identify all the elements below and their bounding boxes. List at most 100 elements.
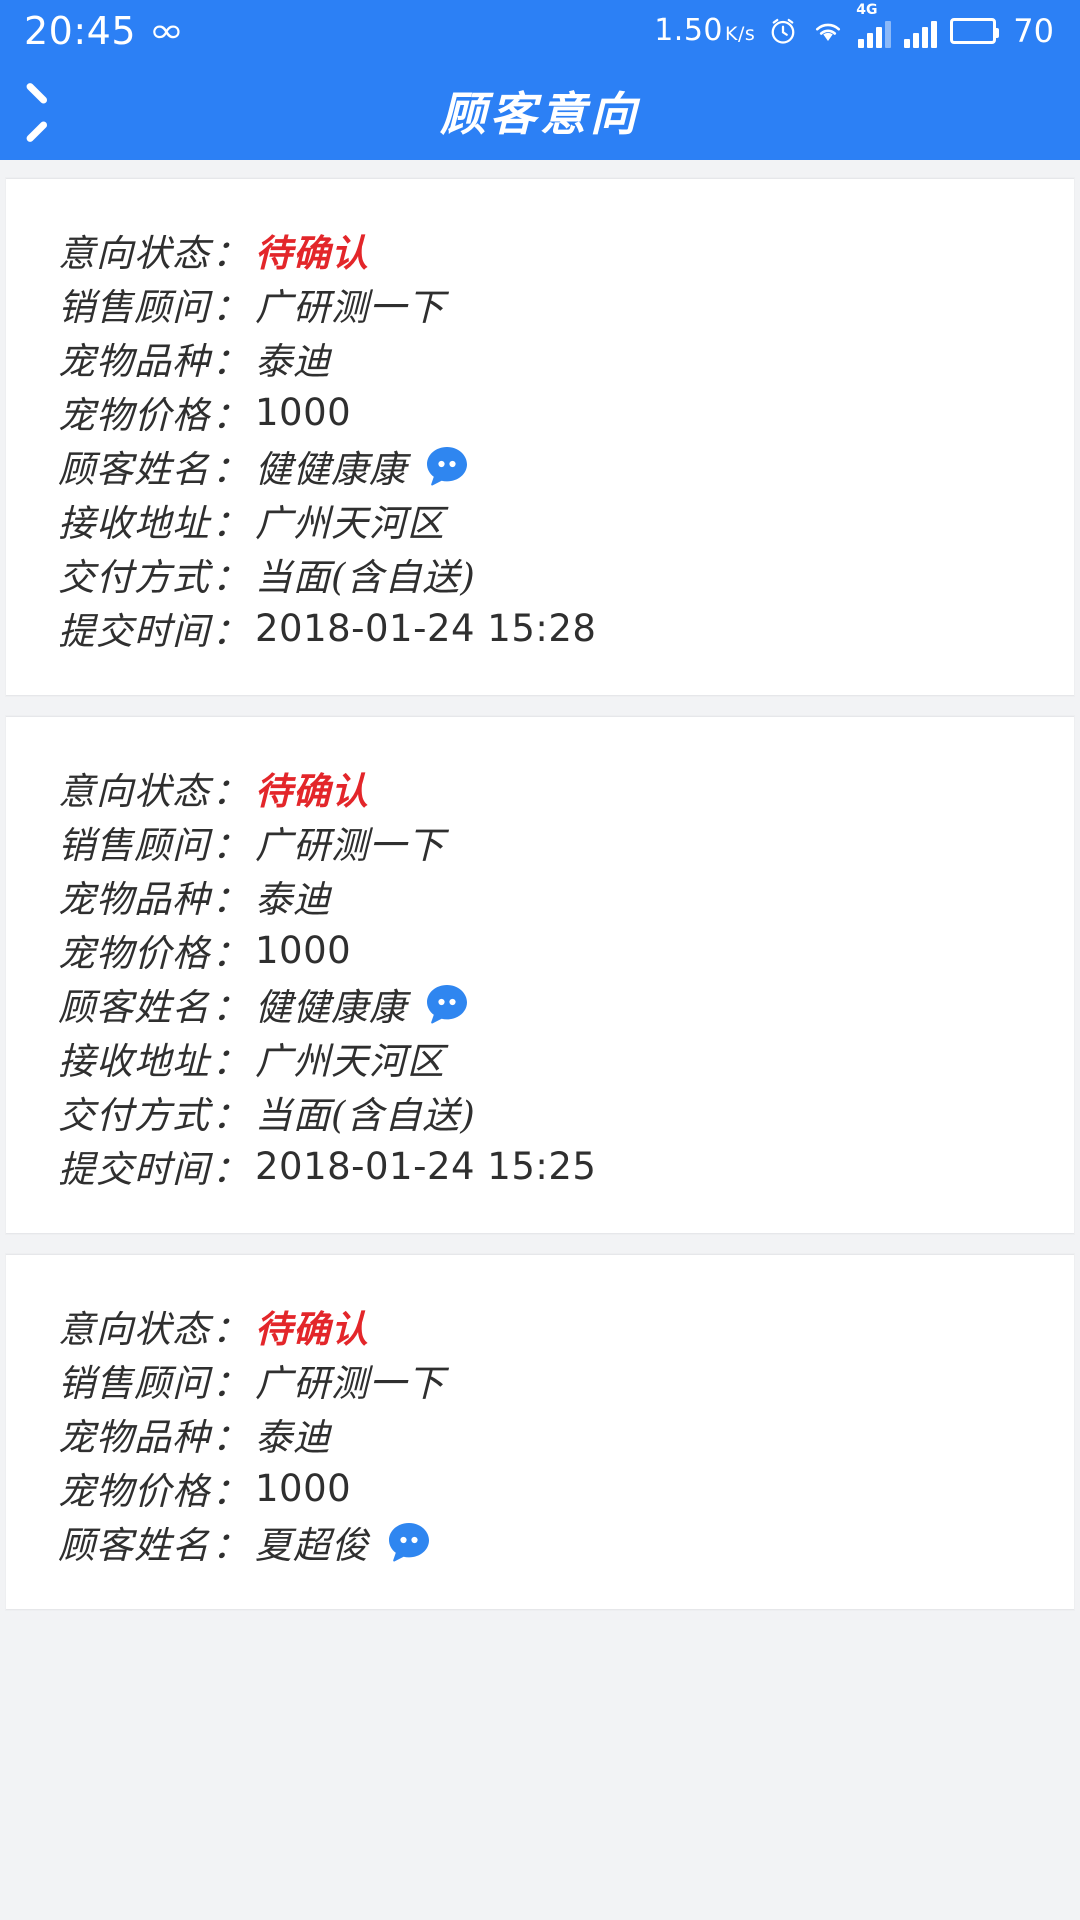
row-intent-status: 意向状态 ： 待确认 (6, 223, 1074, 277)
colon: ： (212, 556, 249, 599)
label-pet-breed: 宠物品种 (58, 340, 210, 383)
value-submit-time: 2018-01-24 15:28 (255, 606, 597, 650)
status-clock: 20:45 (24, 9, 137, 53)
colon: ： (212, 1524, 249, 1567)
colon: ： (212, 394, 249, 437)
wifi-icon (811, 17, 845, 45)
battery-icon (950, 18, 1000, 44)
page-title: 顾客意向 (440, 87, 640, 141)
row-sales-advisor: 销售顾问 ： 广研测一下 (6, 277, 1074, 331)
row-pet-breed: 宠物品种 ： 泰迪 (6, 331, 1074, 385)
colon: ： (212, 448, 249, 491)
row-pet-breed: 宠物品种 ： 泰迪 (6, 1407, 1074, 1461)
label-customer-name: 顾客姓名 (58, 448, 210, 491)
battery-percent: 70 (1013, 12, 1054, 50)
colon: ： (212, 1308, 249, 1351)
row-pet-breed: 宠物品种 ： 泰迪 (6, 869, 1074, 923)
status-badge: 待确认 (255, 769, 369, 813)
value-delivery-method: 当面(含自送) (255, 556, 476, 599)
label-customer-name: 顾客姓名 (58, 986, 210, 1029)
colon: ： (212, 1094, 249, 1137)
network-speed-unit: K/s (725, 23, 756, 45)
value-sales-advisor: 广研测一下 (255, 1362, 445, 1405)
label-receiving-address: 接收地址 (58, 502, 210, 545)
label-delivery-method: 交付方式 (58, 1094, 210, 1137)
colon: ： (212, 1148, 249, 1191)
colon: ： (212, 1470, 249, 1513)
chat-bubble-icon[interactable] (423, 980, 471, 1028)
label-intent-status: 意向状态 (58, 232, 210, 275)
label-delivery-method: 交付方式 (58, 556, 210, 599)
chat-bubble-icon[interactable] (423, 442, 471, 490)
row-sales-advisor: 销售顾问 ： 广研测一下 (6, 1353, 1074, 1407)
chevron-left-icon (42, 88, 68, 134)
row-intent-status: 意向状态 ： 待确认 (6, 1299, 1074, 1353)
colon: ： (212, 824, 249, 867)
row-receiving-address: 接收地址 ： 广州天河区 (6, 493, 1074, 547)
label-pet-price: 宠物价格 (58, 1470, 210, 1513)
row-submit-time: 提交时间 ： 2018-01-24 15:25 (6, 1139, 1074, 1193)
colon: ： (212, 232, 249, 275)
label-pet-breed: 宠物品种 (58, 1416, 210, 1459)
label-sales-advisor: 销售顾问 (58, 286, 210, 329)
label-pet-breed: 宠物品种 (58, 878, 210, 921)
colon: ： (212, 770, 249, 813)
label-submit-time: 提交时间 (58, 1148, 210, 1191)
row-sales-advisor: 销售顾问 ： 广研测一下 (6, 815, 1074, 869)
value-customer-name: 夏超俊 (255, 1524, 369, 1567)
intent-card[interactable]: 意向状态 ： 待确认 销售顾问 ： 广研测一下 宠物品种 ： 泰迪 宠物价格 ：… (6, 716, 1074, 1234)
label-submit-time: 提交时间 (58, 610, 210, 653)
app-bar: 顾客意向 (0, 62, 1080, 160)
label-intent-status: 意向状态 (58, 770, 210, 813)
infinity-icon: ∞ (148, 11, 184, 51)
back-button[interactable] (0, 62, 110, 160)
colon: ： (212, 932, 249, 975)
label-pet-price: 宠物价格 (58, 932, 210, 975)
chat-bubble-icon[interactable] (385, 1518, 433, 1566)
status-badge: 待确认 (255, 1307, 369, 1351)
value-submit-time: 2018-01-24 15:25 (255, 1144, 597, 1188)
value-customer-name: 健健康康 (255, 986, 407, 1029)
row-pet-price: 宠物价格 ： 1000 (6, 923, 1074, 977)
value-pet-breed: 泰迪 (255, 340, 331, 383)
label-receiving-address: 接收地址 (58, 1040, 210, 1083)
row-delivery-method: 交付方式 ： 当面(含自送) (6, 1085, 1074, 1139)
value-pet-price: 1000 (255, 928, 352, 972)
intent-list[interactable]: 意向状态 ： 待确认 销售顾问 ： 广研测一下 宠物品种 ： 泰迪 宠物价格 ：… (0, 160, 1080, 1920)
value-sales-advisor: 广研测一下 (255, 286, 445, 329)
value-delivery-method: 当面(含自送) (255, 1094, 476, 1137)
status-bar-left: 20:45 ∞ (24, 9, 184, 53)
value-customer-name: 健健康康 (255, 448, 407, 491)
value-receiving-address: 广州天河区 (255, 502, 445, 545)
value-pet-price: 1000 (255, 1466, 352, 1510)
value-sales-advisor: 广研测一下 (255, 824, 445, 867)
row-pet-price: 宠物价格 ： 1000 (6, 1461, 1074, 1515)
label-sales-advisor: 销售顾问 (58, 824, 210, 867)
colon: ： (212, 286, 249, 329)
row-delivery-method: 交付方式 ： 当面(含自送) (6, 547, 1074, 601)
status-badge: 待确认 (255, 231, 369, 275)
label-customer-name: 顾客姓名 (58, 1524, 210, 1567)
intent-card[interactable]: 意向状态 ： 待确认 销售顾问 ： 广研测一下 宠物品种 ： 泰迪 宠物价格 ：… (6, 178, 1074, 696)
row-pet-price: 宠物价格 ： 1000 (6, 385, 1074, 439)
signal-4g-label: 4G (856, 2, 878, 18)
signal-bars-secondary (904, 20, 938, 48)
colon: ： (212, 340, 249, 383)
label-sales-advisor: 销售顾问 (58, 1362, 210, 1405)
signal-bars-primary (858, 20, 892, 48)
colon: ： (212, 1362, 249, 1405)
colon: ： (212, 1040, 249, 1083)
alarm-icon (768, 16, 798, 46)
status-bar-right: 1.50 K/s 4G 70 (654, 3, 1054, 50)
label-intent-status: 意向状态 (58, 1308, 210, 1351)
row-intent-status: 意向状态 ： 待确认 (6, 761, 1074, 815)
status-bar: 20:45 ∞ 1.50 K/s 4G 70 (0, 0, 1080, 62)
intent-card[interactable]: 意向状态 ： 待确认 销售顾问 ： 广研测一下 宠物品种 ： 泰迪 宠物价格 ：… (6, 1254, 1074, 1610)
value-pet-breed: 泰迪 (255, 878, 331, 921)
network-speed: 1.50 K/s (654, 16, 755, 46)
value-pet-breed: 泰迪 (255, 1416, 331, 1459)
label-pet-price: 宠物价格 (58, 394, 210, 437)
colon: ： (212, 986, 249, 1029)
row-submit-time: 提交时间 ： 2018-01-24 15:28 (6, 601, 1074, 655)
row-receiving-address: 接收地址 ： 广州天河区 (6, 1031, 1074, 1085)
